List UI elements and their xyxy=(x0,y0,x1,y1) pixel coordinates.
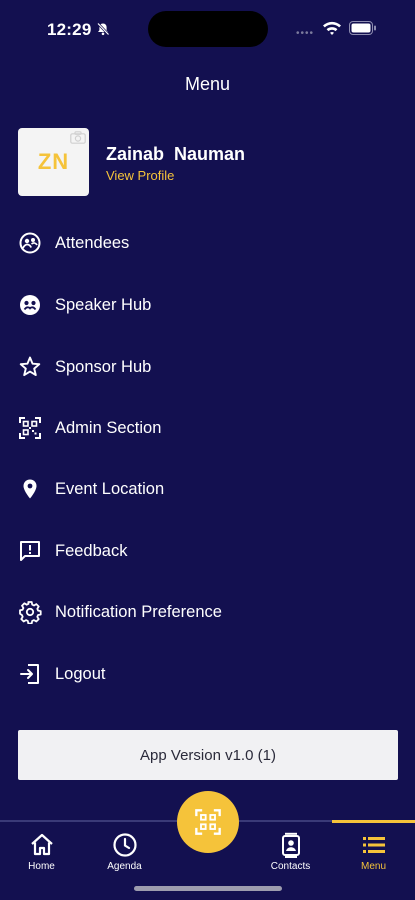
menu-item-attendees[interactable]: Attendees xyxy=(18,225,398,261)
tab-agenda[interactable]: Agenda xyxy=(83,832,166,872)
qr-scan-icon xyxy=(19,417,41,439)
status-time: 12:29 xyxy=(47,20,92,39)
wifi-icon xyxy=(323,21,341,35)
menu-item-logout[interactable]: Logout xyxy=(18,656,398,692)
profile-name: Zainab Nauman xyxy=(106,144,246,164)
menu-item-label: Attendees xyxy=(55,233,130,252)
status-bar: 12:29 •••• xyxy=(0,0,415,58)
bell-muted-icon xyxy=(97,22,110,36)
profile-card[interactable]: ZN Zainab Nauman View Profile xyxy=(18,128,398,198)
view-profile-link[interactable]: View Profile xyxy=(106,168,174,183)
battery-icon xyxy=(349,21,376,35)
clock-icon xyxy=(112,833,137,857)
gear-icon xyxy=(19,601,42,624)
menu-item-speaker-hub[interactable]: Speaker Hub xyxy=(18,287,398,323)
tab-label: Menu xyxy=(360,861,386,872)
feedback-icon xyxy=(20,541,40,561)
logout-icon xyxy=(20,664,39,684)
contacts-icon xyxy=(281,832,300,858)
app-version-label: App Version v1.0 (1) xyxy=(140,746,276,764)
menu-item-label: Feedback xyxy=(55,541,128,560)
tab-label: Contacts xyxy=(270,861,311,872)
list-icon xyxy=(362,837,385,853)
menu-item-label: Logout xyxy=(55,664,106,683)
attendees-icon xyxy=(19,232,41,254)
menu-item-sponsor-hub[interactable]: Sponsor Hub xyxy=(18,349,398,385)
app-version-box: App Version v1.0 (1) xyxy=(18,730,398,780)
tab-label: Home xyxy=(28,861,55,872)
menu-item-label: Admin Section xyxy=(55,418,162,437)
avatar[interactable]: ZN xyxy=(18,128,89,196)
dynamic-island xyxy=(148,11,268,47)
menu-item-label: Notification Preference xyxy=(55,602,222,621)
home-indicator[interactable] xyxy=(134,886,282,891)
star-icon xyxy=(19,356,41,377)
scan-fab-button[interactable] xyxy=(177,791,239,853)
active-tab-indicator xyxy=(332,820,415,823)
location-pin-icon xyxy=(23,479,37,499)
camera-icon[interactable] xyxy=(70,131,86,144)
avatar-initials: ZN xyxy=(37,149,70,174)
menu-item-admin-section[interactable]: Admin Section xyxy=(18,410,398,446)
menu-item-label: Speaker Hub xyxy=(55,295,152,314)
menu-item-label: Sponsor Hub xyxy=(55,357,152,376)
home-icon xyxy=(30,833,53,856)
qr-scan-icon xyxy=(195,809,221,835)
page-title: Menu xyxy=(184,74,231,94)
signal-dots: •••• xyxy=(296,28,315,39)
menu-item-feedback[interactable]: Feedback xyxy=(18,533,398,569)
menu-item-event-location[interactable]: Event Location xyxy=(18,471,398,507)
tab-menu[interactable]: Menu xyxy=(332,832,415,872)
menu-item-label: Event Location xyxy=(55,479,165,498)
tab-contacts[interactable]: Contacts xyxy=(249,832,332,872)
tab-home[interactable]: Home xyxy=(0,832,83,872)
tab-label: Agenda xyxy=(107,861,142,872)
speaker-icon xyxy=(20,295,40,315)
menu-item-notification-preference[interactable]: Notification Preference xyxy=(18,594,398,630)
